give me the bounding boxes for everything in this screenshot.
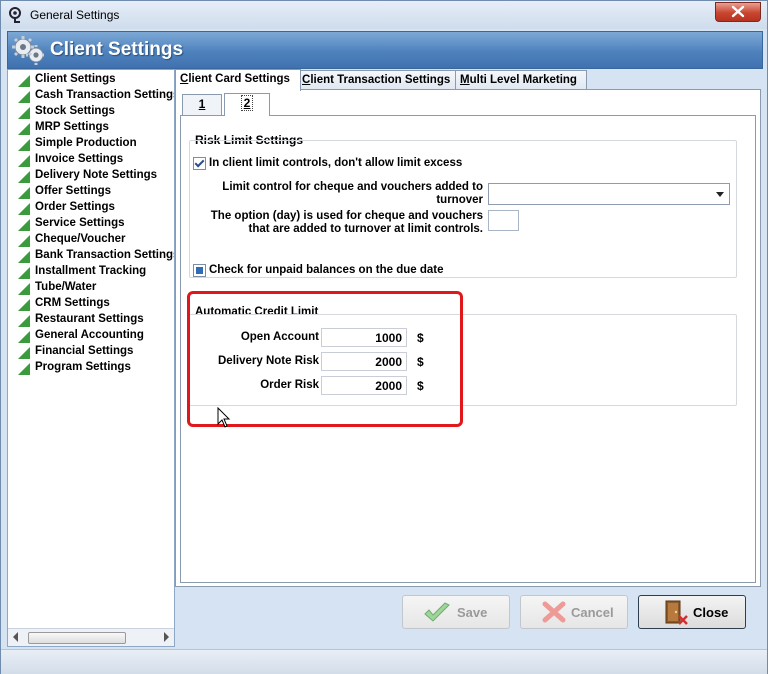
- no-limit-excess-label: In client limit controls, don't allow li…: [209, 157, 463, 169]
- page-header: Client Settings: [7, 31, 763, 69]
- scroll-right-icon[interactable]: [164, 632, 169, 642]
- triangle-icon: [18, 347, 30, 359]
- save-button[interactable]: Save: [402, 595, 510, 629]
- triangle-icon: [18, 155, 30, 167]
- triangle-icon: [18, 267, 30, 279]
- triangle-icon: [18, 123, 30, 135]
- triangle-icon: [18, 251, 30, 263]
- triangle-icon: [18, 299, 30, 311]
- status-bar: [1, 649, 767, 674]
- triangle-icon: [18, 283, 30, 295]
- triangle-icon: [18, 107, 30, 119]
- triangle-icon: [18, 315, 30, 327]
- triangle-icon: [18, 203, 30, 215]
- app-logo-icon: [9, 7, 21, 23]
- mouse-cursor-icon: [217, 407, 231, 428]
- day-option-input[interactable]: [488, 210, 519, 231]
- window-close-button[interactable]: [715, 2, 761, 22]
- triangle-icon: [18, 75, 30, 87]
- subtab-2[interactable]: 2: [224, 93, 270, 116]
- triangle-icon: [18, 171, 30, 183]
- unpaid-balances-checkbox[interactable]: [193, 264, 206, 277]
- subtab-1[interactable]: 1: [182, 94, 222, 115]
- unpaid-balances-label: Check for unpaid balances on the due dat…: [209, 264, 444, 276]
- triangle-icon: [18, 363, 30, 375]
- settings-window: General Settings Client Settings Client …: [0, 0, 768, 674]
- chevron-down-icon: [716, 192, 724, 197]
- tab-client-card-settings[interactable]: Client Card Settings: [175, 69, 301, 91]
- triangle-icon: [18, 331, 30, 343]
- triangle-icon: [18, 187, 30, 199]
- close-icon: [731, 5, 745, 18]
- triangle-icon: [18, 139, 30, 151]
- window-title: General Settings: [30, 8, 120, 22]
- page-title: Client Settings: [50, 39, 184, 60]
- settings-sidebar: Client Settings Cash Transaction Setting…: [7, 69, 175, 647]
- scrollbar-thumb[interactable]: [28, 632, 126, 644]
- no-limit-excess-checkbox[interactable]: [193, 157, 206, 170]
- day-option-label: The option (day) is used for cheque and …: [210, 210, 483, 235]
- scroll-left-icon[interactable]: [13, 632, 18, 642]
- cheque-limit-label: Limit control for cheque and vouchers ad…: [222, 181, 483, 206]
- triangle-icon: [18, 219, 30, 231]
- tab-client-transaction-settings[interactable]: Client Transaction Settings: [297, 70, 457, 90]
- exit-door-icon: [665, 600, 688, 625]
- triangle-icon: [18, 235, 30, 247]
- triangle-icon: [18, 91, 30, 103]
- gears-icon: [12, 36, 44, 65]
- dialog-buttons: Save Cancel Close: [175, 587, 759, 643]
- close-button[interactable]: Close: [638, 595, 746, 629]
- cancel-x-icon: [542, 601, 566, 623]
- sidebar-horizontal-scrollbar[interactable]: [8, 628, 174, 646]
- tab-multi-level-marketing[interactable]: Multi Level Marketing: [455, 70, 587, 90]
- cheque-limit-select[interactable]: [488, 183, 730, 205]
- cancel-button[interactable]: Cancel: [520, 595, 628, 629]
- sidebar-list: Client Settings Cash Transaction Setting…: [8, 70, 174, 628]
- check-icon: [424, 602, 450, 622]
- title-bar: General Settings: [1, 1, 767, 29]
